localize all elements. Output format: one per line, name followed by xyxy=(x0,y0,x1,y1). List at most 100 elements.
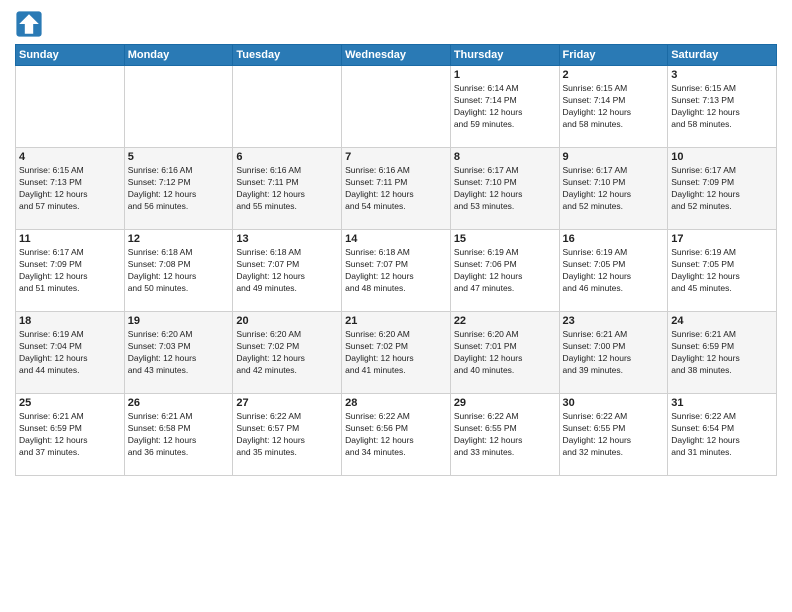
calendar-table: SundayMondayTuesdayWednesdayThursdayFrid… xyxy=(15,44,777,476)
day-number: 11 xyxy=(19,233,121,245)
weekday-header-row: SundayMondayTuesdayWednesdayThursdayFrid… xyxy=(16,45,777,66)
calendar-cell: 31 Sunrise: 6:22 AM Sunset: 6:54 PM Dayli… xyxy=(668,394,777,476)
header xyxy=(15,10,777,38)
day-info: Sunrise: 6:19 AM Sunset: 7:04 PM Dayligh… xyxy=(19,329,121,377)
day-info: Sunrise: 6:17 AM Sunset: 7:09 PM Dayligh… xyxy=(19,247,121,295)
calendar-cell: 30 Sunrise: 6:22 AM Sunset: 6:55 PM Dayli… xyxy=(559,394,668,476)
calendar-cell: 24 Sunrise: 6:21 AM Sunset: 6:59 PM Dayli… xyxy=(668,312,777,394)
day-number: 19 xyxy=(128,315,230,327)
calendar-cell: 8Sunrise: 6:17 AM Sunset: 7:10 PM Daylig… xyxy=(450,148,559,230)
calendar-cell: 19 Sunrise: 6:20 AM Sunset: 7:03 PM Dayli… xyxy=(124,312,233,394)
calendar-cell: 27Sunrise: 6:22 AM Sunset: 6:57 PM Dayli… xyxy=(233,394,342,476)
week-row-5: 25 Sunrise: 6:21 AM Sunset: 6:59 PM Dayli… xyxy=(16,394,777,476)
calendar-cell: 11 Sunrise: 6:17 AM Sunset: 7:09 PM Dayli… xyxy=(16,230,125,312)
calendar-cell: 12 Sunrise: 6:18 AM Sunset: 7:08 PM Dayli… xyxy=(124,230,233,312)
day-number: 12 xyxy=(128,233,230,245)
week-row-1: 1 Sunrise: 6:14 AM Sunset: 7:14 PM Daylig… xyxy=(16,66,777,148)
weekday-header-monday: Monday xyxy=(124,45,233,66)
day-number: 24 xyxy=(671,315,773,327)
main-container: SundayMondayTuesdayWednesdayThursdayFrid… xyxy=(0,0,792,481)
day-number: 31 xyxy=(671,397,773,409)
calendar-cell: 20Sunrise: 6:20 AM Sunset: 7:02 PM Dayli… xyxy=(233,312,342,394)
calendar-cell xyxy=(342,66,451,148)
day-number: 21 xyxy=(345,315,447,327)
calendar-cell: 13 Sunrise: 6:18 AM Sunset: 7:07 PM Dayli… xyxy=(233,230,342,312)
weekday-header-thursday: Thursday xyxy=(450,45,559,66)
calendar-cell: 25 Sunrise: 6:21 AM Sunset: 6:59 PM Dayli… xyxy=(16,394,125,476)
day-info: Sunrise: 6:16 AM Sunset: 7:12 PM Dayligh… xyxy=(128,165,230,213)
day-info: Sunrise: 6:22 AM Sunset: 6:55 PM Dayligh… xyxy=(563,411,665,459)
day-number: 9 xyxy=(563,151,665,163)
day-number: 5 xyxy=(128,151,230,163)
day-info: Sunrise: 6:18 AM Sunset: 7:07 PM Dayligh… xyxy=(345,247,447,295)
day-info: Sunrise: 6:21 AM Sunset: 7:00 PM Dayligh… xyxy=(563,329,665,377)
day-info: Sunrise: 6:20 AM Sunset: 7:02 PM Dayligh… xyxy=(345,329,447,377)
day-number: 6 xyxy=(236,151,338,163)
day-info: Sunrise: 6:19 AM Sunset: 7:05 PM Dayligh… xyxy=(671,247,773,295)
calendar-cell: 16 Sunrise: 6:19 AM Sunset: 7:05 PM Dayli… xyxy=(559,230,668,312)
week-row-2: 4Sunrise: 6:15 AM Sunset: 7:13 PM Daylig… xyxy=(16,148,777,230)
weekday-header-friday: Friday xyxy=(559,45,668,66)
day-info: Sunrise: 6:22 AM Sunset: 6:54 PM Dayligh… xyxy=(671,411,773,459)
day-info: Sunrise: 6:22 AM Sunset: 6:55 PM Dayligh… xyxy=(454,411,556,459)
day-number: 22 xyxy=(454,315,556,327)
day-number: 18 xyxy=(19,315,121,327)
calendar-cell xyxy=(233,66,342,148)
calendar-cell: 1 Sunrise: 6:14 AM Sunset: 7:14 PM Daylig… xyxy=(450,66,559,148)
day-info: Sunrise: 6:21 AM Sunset: 6:58 PM Dayligh… xyxy=(128,411,230,459)
logo-icon xyxy=(15,10,43,38)
day-info: Sunrise: 6:18 AM Sunset: 7:08 PM Dayligh… xyxy=(128,247,230,295)
day-number: 16 xyxy=(563,233,665,245)
calendar-cell: 6 Sunrise: 6:16 AM Sunset: 7:11 PM Daylig… xyxy=(233,148,342,230)
weekday-header-tuesday: Tuesday xyxy=(233,45,342,66)
day-number: 30 xyxy=(563,397,665,409)
calendar-cell: 17Sunrise: 6:19 AM Sunset: 7:05 PM Dayli… xyxy=(668,230,777,312)
weekday-header-sunday: Sunday xyxy=(16,45,125,66)
calendar-cell: 28 Sunrise: 6:22 AM Sunset: 6:56 PM Dayli… xyxy=(342,394,451,476)
week-row-3: 11 Sunrise: 6:17 AM Sunset: 7:09 PM Dayli… xyxy=(16,230,777,312)
day-number: 1 xyxy=(454,69,556,81)
day-number: 7 xyxy=(345,151,447,163)
calendar-cell: 3Sunrise: 6:15 AM Sunset: 7:13 PM Daylig… xyxy=(668,66,777,148)
day-info: Sunrise: 6:19 AM Sunset: 7:05 PM Dayligh… xyxy=(563,247,665,295)
week-row-4: 18 Sunrise: 6:19 AM Sunset: 7:04 PM Dayli… xyxy=(16,312,777,394)
day-info: Sunrise: 6:18 AM Sunset: 7:07 PM Dayligh… xyxy=(236,247,338,295)
day-number: 10 xyxy=(671,151,773,163)
day-number: 29 xyxy=(454,397,556,409)
day-info: Sunrise: 6:15 AM Sunset: 7:13 PM Dayligh… xyxy=(671,83,773,131)
calendar-cell: 5 Sunrise: 6:16 AM Sunset: 7:12 PM Daylig… xyxy=(124,148,233,230)
day-number: 27 xyxy=(236,397,338,409)
calendar-cell: 7 Sunrise: 6:16 AM Sunset: 7:11 PM Daylig… xyxy=(342,148,451,230)
day-info: Sunrise: 6:21 AM Sunset: 6:59 PM Dayligh… xyxy=(19,411,121,459)
day-number: 2 xyxy=(563,69,665,81)
calendar-cell: 21 Sunrise: 6:20 AM Sunset: 7:02 PM Dayli… xyxy=(342,312,451,394)
calendar-cell: 29 Sunrise: 6:22 AM Sunset: 6:55 PM Dayli… xyxy=(450,394,559,476)
calendar-cell: 10 Sunrise: 6:17 AM Sunset: 7:09 PM Dayli… xyxy=(668,148,777,230)
day-info: Sunrise: 6:22 AM Sunset: 6:56 PM Dayligh… xyxy=(345,411,447,459)
weekday-header-saturday: Saturday xyxy=(668,45,777,66)
day-number: 15 xyxy=(454,233,556,245)
calendar-cell: 26 Sunrise: 6:21 AM Sunset: 6:58 PM Dayli… xyxy=(124,394,233,476)
day-info: Sunrise: 6:14 AM Sunset: 7:14 PM Dayligh… xyxy=(454,83,556,131)
day-info: Sunrise: 6:16 AM Sunset: 7:11 PM Dayligh… xyxy=(345,165,447,213)
day-info: Sunrise: 6:16 AM Sunset: 7:11 PM Dayligh… xyxy=(236,165,338,213)
calendar-cell: 15 Sunrise: 6:19 AM Sunset: 7:06 PM Dayli… xyxy=(450,230,559,312)
day-info: Sunrise: 6:19 AM Sunset: 7:06 PM Dayligh… xyxy=(454,247,556,295)
day-info: Sunrise: 6:20 AM Sunset: 7:03 PM Dayligh… xyxy=(128,329,230,377)
day-number: 26 xyxy=(128,397,230,409)
day-number: 14 xyxy=(345,233,447,245)
calendar-cell: 23 Sunrise: 6:21 AM Sunset: 7:00 PM Dayli… xyxy=(559,312,668,394)
calendar-cell: 22Sunrise: 6:20 AM Sunset: 7:01 PM Dayli… xyxy=(450,312,559,394)
calendar-cell: 4Sunrise: 6:15 AM Sunset: 7:13 PM Daylig… xyxy=(16,148,125,230)
day-number: 25 xyxy=(19,397,121,409)
day-info: Sunrise: 6:17 AM Sunset: 7:09 PM Dayligh… xyxy=(671,165,773,213)
day-info: Sunrise: 6:15 AM Sunset: 7:14 PM Dayligh… xyxy=(563,83,665,131)
day-number: 13 xyxy=(236,233,338,245)
day-number: 20 xyxy=(236,315,338,327)
day-info: Sunrise: 6:21 AM Sunset: 6:59 PM Dayligh… xyxy=(671,329,773,377)
day-number: 4 xyxy=(19,151,121,163)
day-number: 28 xyxy=(345,397,447,409)
day-number: 23 xyxy=(563,315,665,327)
calendar-cell: 18 Sunrise: 6:19 AM Sunset: 7:04 PM Dayli… xyxy=(16,312,125,394)
day-info: Sunrise: 6:17 AM Sunset: 7:10 PM Dayligh… xyxy=(454,165,556,213)
